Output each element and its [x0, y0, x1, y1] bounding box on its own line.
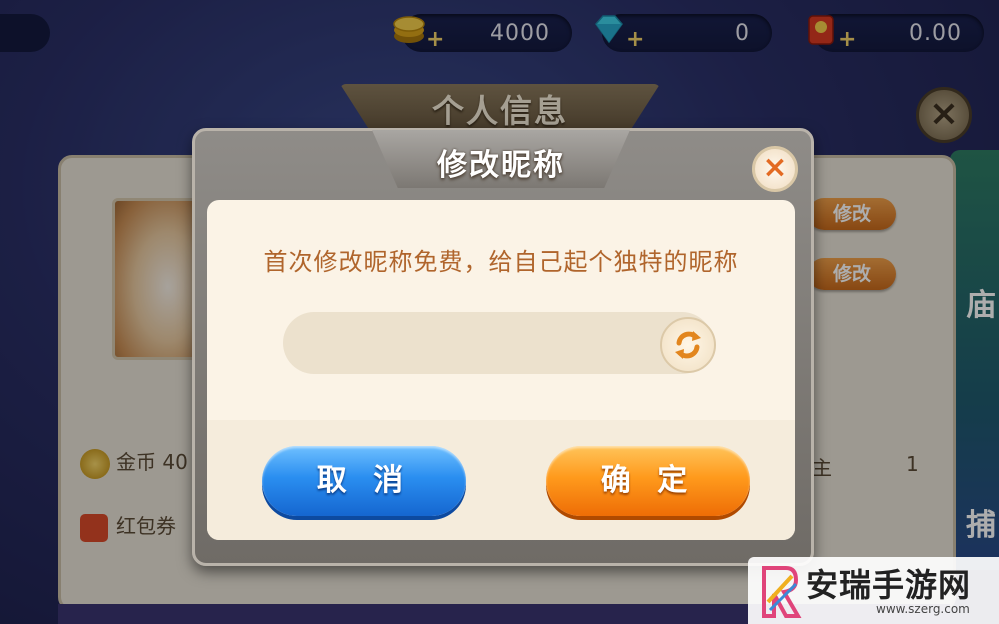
watermark-url: www.szerg.com — [876, 602, 970, 616]
refresh-icon — [675, 331, 701, 359]
dialog-title: 修改昵称 — [437, 148, 565, 183]
watermark-name: 安瑞手游网 — [806, 566, 972, 604]
watermark-logo-icon — [762, 566, 802, 618]
close-icon: × — [762, 150, 788, 185]
cancel-button[interactable]: 取 消 — [262, 446, 466, 516]
dialog-close-button[interactable]: × — [752, 146, 798, 192]
nickname-input[interactable] — [283, 312, 713, 374]
confirm-button[interactable]: 确 定 — [546, 446, 750, 516]
random-nickname-button[interactable] — [660, 317, 716, 373]
nickname-prompt: 首次修改昵称免费，给自己起个独特的昵称 — [263, 248, 739, 276]
